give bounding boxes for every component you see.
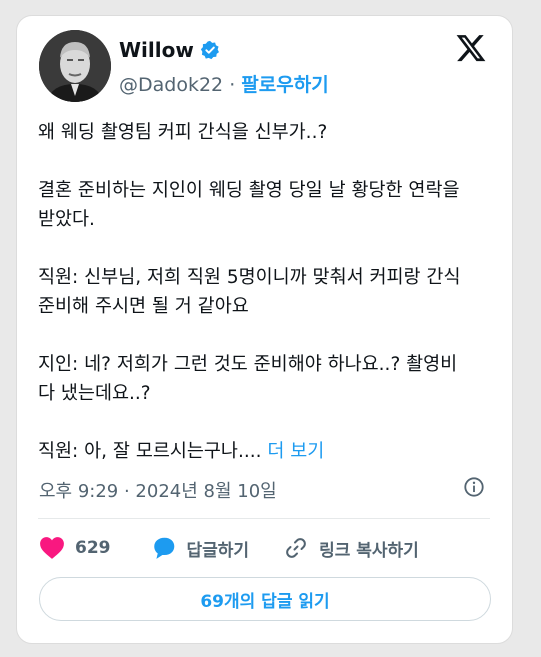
follow-button[interactable]: 팔로우하기 xyxy=(241,74,328,96)
tweet-timestamp[interactable]: 오후 9:29 · 2024년 8월 10일 xyxy=(39,477,277,503)
like-count: 629 xyxy=(75,538,111,558)
author-handle[interactable]: @Dadok22 xyxy=(119,74,223,96)
reply-button[interactable]: 답글하기 xyxy=(151,536,250,561)
avatar[interactable] xyxy=(39,30,111,102)
x-logo-icon[interactable] xyxy=(455,32,487,64)
heart-icon xyxy=(40,537,64,559)
tweet-paragraph: 왜 웨딩 촬영팀 커피 간식을 신부가..? xyxy=(38,122,328,143)
copy-link-label: 링크 복사하기 xyxy=(319,540,419,561)
tweet-paragraph-truncated: 직원: 아, 잘 모르시는구나.... xyxy=(38,441,268,462)
read-replies-button[interactable]: 69개의 답글 읽기 xyxy=(39,577,491,621)
reply-bubble-icon xyxy=(153,537,174,559)
like-button[interactable]: 629 xyxy=(39,536,111,560)
tweet-paragraph: 직원: 신부님, 저희 직원 5명이니까 맞춰서 커피랑 간식 준비해 주시면 … xyxy=(38,267,461,317)
tweet-last-paragraph: 직원: 아, 잘 모르시는구나.... 더 보기 xyxy=(38,437,490,466)
tweet-text: 왜 웨딩 촬영팀 커피 간식을 신부가..? 결혼 준비하는 지인이 웨딩 촬영… xyxy=(38,118,490,466)
handle-row: @Dadok22 · 팔로우하기 xyxy=(119,70,329,97)
show-more-link[interactable]: 더 보기 xyxy=(267,441,324,462)
page: Willow @Dadok22 · 팔로우하기 왜 웨딩 촬영팀 커피 간식을 … xyxy=(0,0,541,657)
verified-badge-icon xyxy=(200,40,219,60)
divider xyxy=(38,518,490,519)
info-icon[interactable] xyxy=(463,476,485,498)
reply-label: 답글하기 xyxy=(186,540,250,561)
tweet-paragraph: 지인: 네? 저희가 그런 것도 준비해야 하나요..? 촬영비 다 냈는데요.… xyxy=(38,354,458,404)
avatar-portrait-icon xyxy=(39,30,111,102)
action-bar: 629 답글하기 링크 복사하기 xyxy=(39,532,491,564)
link-icon xyxy=(286,538,306,558)
handle-separator: · xyxy=(229,74,236,96)
author-name-text[interactable]: Willow xyxy=(119,38,194,62)
read-replies-label: 69개의 답글 읽기 xyxy=(200,591,330,612)
copy-link-button[interactable]: 링크 복사하기 xyxy=(283,536,419,561)
tweet-paragraph: 결혼 준비하는 지인이 웨딩 촬영 당일 날 황당한 연락을 받았다. xyxy=(38,180,460,230)
author-name[interactable]: Willow xyxy=(119,38,220,62)
